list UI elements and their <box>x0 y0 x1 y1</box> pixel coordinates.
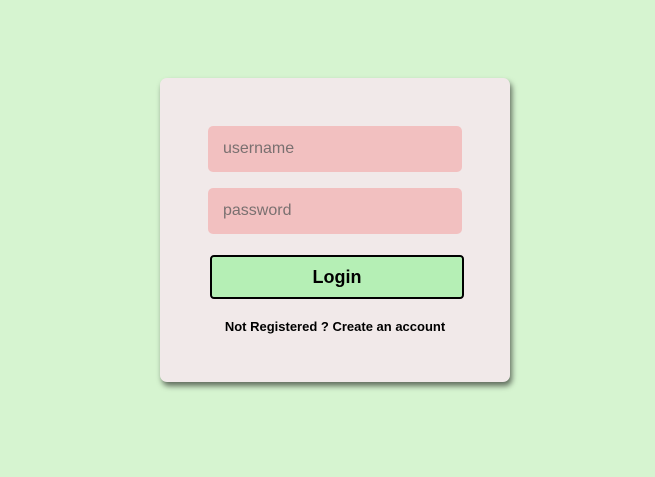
register-prompt-line: Not Registered ? Create an account <box>160 319 510 334</box>
login-button[interactable]: Login <box>210 255 464 299</box>
password-input[interactable] <box>208 188 462 234</box>
register-prompt-text: Not Registered ? <box>224 319 329 334</box>
login-card: Login Not Registered ? Create an account <box>160 78 510 382</box>
username-input[interactable] <box>208 126 462 172</box>
create-account-link[interactable]: Create an account <box>332 319 445 334</box>
